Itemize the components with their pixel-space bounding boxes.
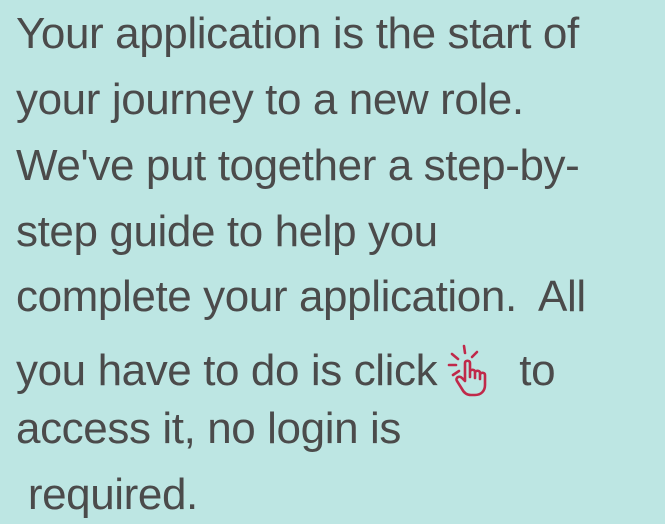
paragraph-line-4: step guide to help you <box>16 207 438 256</box>
paragraph-line-6-start: you have to do is click <box>16 346 438 395</box>
paragraph-line-6: you have to do is click to <box>16 341 556 397</box>
paragraph-line-5: complete your application. All <box>16 272 586 321</box>
paragraph-line-8: required. <box>16 470 198 519</box>
paragraph-line-1: Your application is the start of <box>16 9 579 58</box>
paragraph-line-3: We've put together a step-by- <box>16 141 580 190</box>
paragraph-line-2: your journey to a new role. <box>16 75 524 124</box>
paragraph-line-6-end: to <box>519 346 556 395</box>
paragraph-line-7: access it, no login is <box>16 404 401 453</box>
pointing-hand-click-icon[interactable] <box>443 341 515 397</box>
info-panel: Your application is the start of your jo… <box>0 0 665 524</box>
